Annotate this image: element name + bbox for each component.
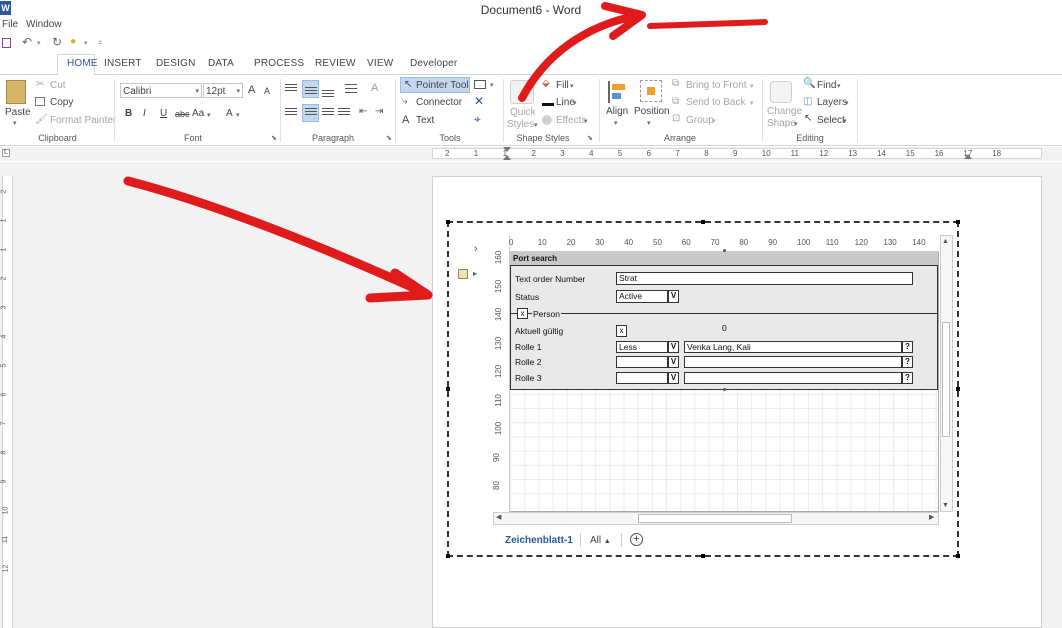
annotation-arrow-object <box>123 176 430 298</box>
annotation-underline-title <box>647 19 768 29</box>
annotation-overlay <box>123 2 768 303</box>
